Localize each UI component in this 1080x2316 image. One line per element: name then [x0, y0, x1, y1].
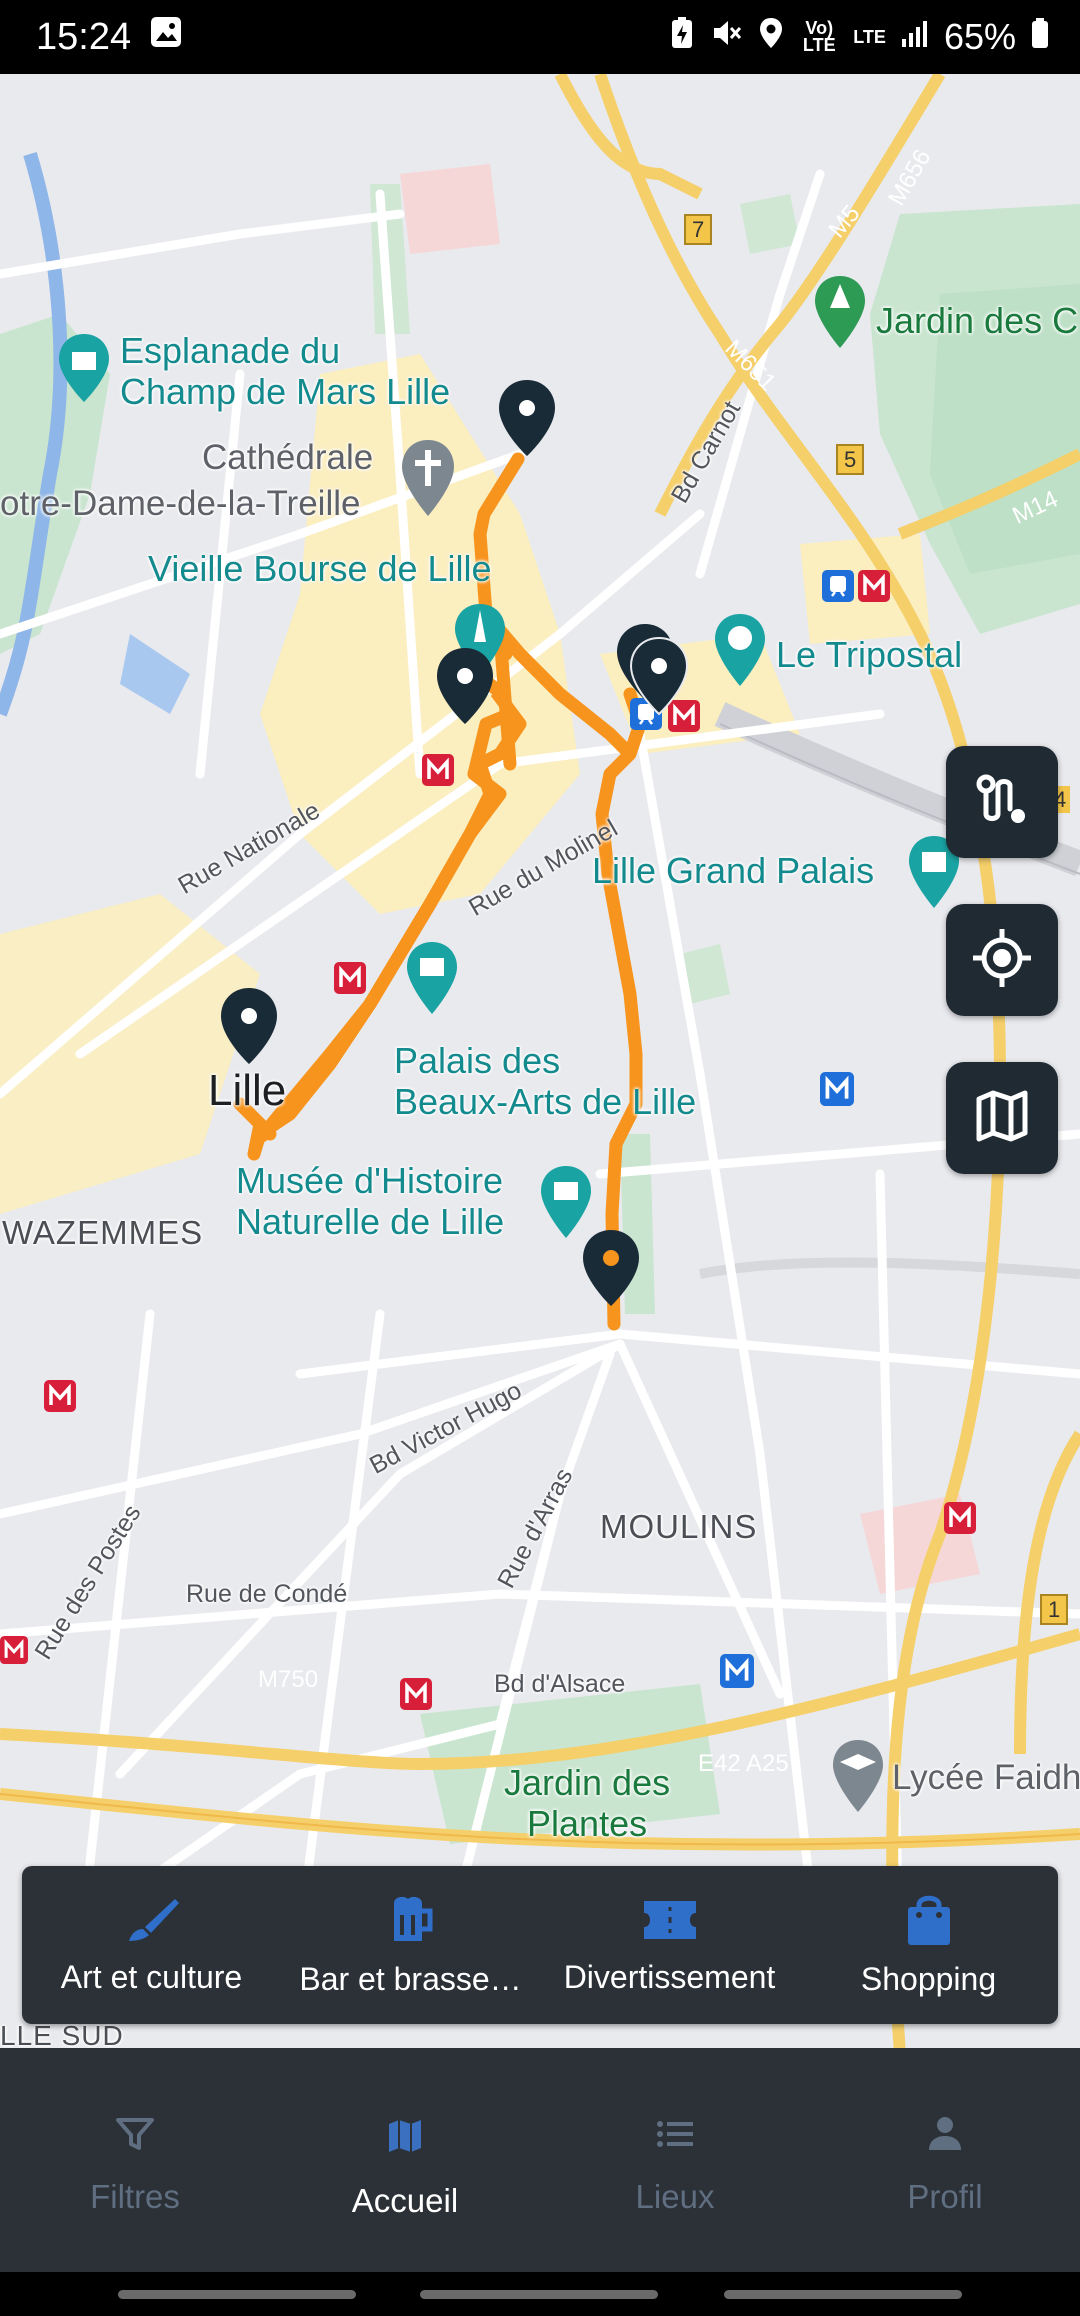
label-cathedrale-2[interactable]: otre-Dame-de-la-Treille — [0, 484, 360, 524]
nav-label: Filtres — [90, 2178, 180, 2215]
filter-icon — [115, 2116, 155, 2160]
road-shield: 1 — [1040, 1594, 1069, 1626]
street-rue-conde: Rue de Condé — [186, 1580, 348, 1608]
map-icon — [973, 1087, 1031, 1150]
label-city: Lille — [208, 1066, 287, 1115]
shopping-bag-icon — [904, 1893, 954, 1947]
system-gesture-bar — [0, 2272, 1080, 2316]
gesture-pill — [118, 2290, 356, 2299]
nav-accueil[interactable]: Accueil — [270, 2048, 540, 2272]
ticket-icon — [640, 1895, 700, 1945]
category-label: Bar et brasse… — [299, 1960, 522, 1997]
route-button[interactable] — [946, 746, 1058, 858]
label-cathedrale[interactable]: Cathédrale — [202, 438, 373, 478]
nav-label: Lieux — [635, 2178, 715, 2215]
category-divertissement[interactable]: Divertissement — [540, 1895, 799, 1996]
map-view[interactable]: 7 5 1 4 Esplanade du Champ de Mars Lille… — [0, 74, 1080, 2048]
status-time: 15:24 — [36, 15, 132, 58]
gesture-pill — [420, 2290, 658, 2299]
battery-percent: 65% — [943, 16, 1016, 57]
label-palais-beaux-arts[interactable]: Palais des Beaux-Arts de Lille — [394, 1040, 696, 1123]
category-label: Shopping — [860, 1960, 997, 1997]
label-lycee[interactable]: Lycée Faidh — [892, 1758, 1080, 1798]
nav-label: Accueil — [351, 2182, 459, 2219]
locate-button[interactable] — [946, 904, 1058, 1016]
label-tripostal[interactable]: Le Tripostal — [776, 634, 962, 675]
category-label: Art et culture — [60, 1958, 243, 1995]
category-bar: Art et culture Bar et brasse… Divertisse… — [22, 1866, 1058, 2024]
person-icon — [925, 2116, 965, 2160]
beer-icon — [384, 1893, 438, 1947]
label-jardin-top[interactable]: Jardin des C — [876, 300, 1078, 341]
battery-saver-icon — [669, 16, 695, 59]
category-label: Divertissement — [563, 1958, 776, 1995]
road-label-m750: M750 — [258, 1666, 319, 1693]
category-bar-brasserie[interactable]: Bar et brasse… — [281, 1893, 540, 1998]
road-shield: 7 — [684, 214, 713, 246]
label-grand-palais[interactable]: Lille Grand Palais — [592, 850, 874, 891]
map-icon — [385, 2116, 425, 2164]
road-label-e42: E42 A25 — [698, 1750, 789, 1777]
list-icon — [655, 2116, 695, 2160]
label-jardin-plantes[interactable]: Jardin des Plantes — [504, 1762, 670, 1845]
volte-label: Vo) LTE — [802, 18, 836, 55]
brush-icon — [123, 1895, 181, 1945]
road-shield: 5 — [836, 444, 865, 476]
street-bd-alsace: Bd d'Alsace — [494, 1670, 626, 1698]
location-icon — [757, 16, 785, 59]
label-moulins: MOULINS — [600, 1508, 758, 1545]
nav-lieux[interactable]: Lieux — [540, 2048, 810, 2272]
battery-icon — [1030, 16, 1050, 59]
status-bar: 15:24 Vo) LTE LTE 65% — [0, 0, 1080, 74]
signal-icon — [900, 16, 930, 58]
label-lille-sud: LLE SUD — [0, 2020, 124, 2048]
label-musee-histoire[interactable]: Musée d'Histoire Naturelle de Lille — [236, 1160, 504, 1243]
map-layers-button[interactable] — [946, 1062, 1058, 1174]
bottom-navigation: Filtres Accueil Lieux Profil — [0, 2048, 1080, 2272]
mute-icon — [709, 16, 743, 59]
route-icon — [972, 770, 1032, 835]
label-esplanade[interactable]: Esplanade du Champ de Mars Lille — [120, 330, 450, 413]
category-shopping[interactable]: Shopping — [799, 1893, 1058, 1998]
gesture-pill — [724, 2290, 962, 2299]
nav-filtres[interactable]: Filtres — [0, 2048, 270, 2272]
label-vieille-bourse[interactable]: Vieille Bourse de Lille — [148, 548, 492, 589]
gallery-icon — [149, 15, 183, 59]
nav-label: Profil — [907, 2178, 983, 2215]
label-wazemmes: WAZEMMES — [2, 1214, 204, 1251]
nav-profil[interactable]: Profil — [810, 2048, 1080, 2272]
locate-icon — [971, 927, 1033, 994]
category-art-culture[interactable]: Art et culture — [22, 1895, 281, 1996]
lte-label: LTE — [853, 26, 886, 47]
